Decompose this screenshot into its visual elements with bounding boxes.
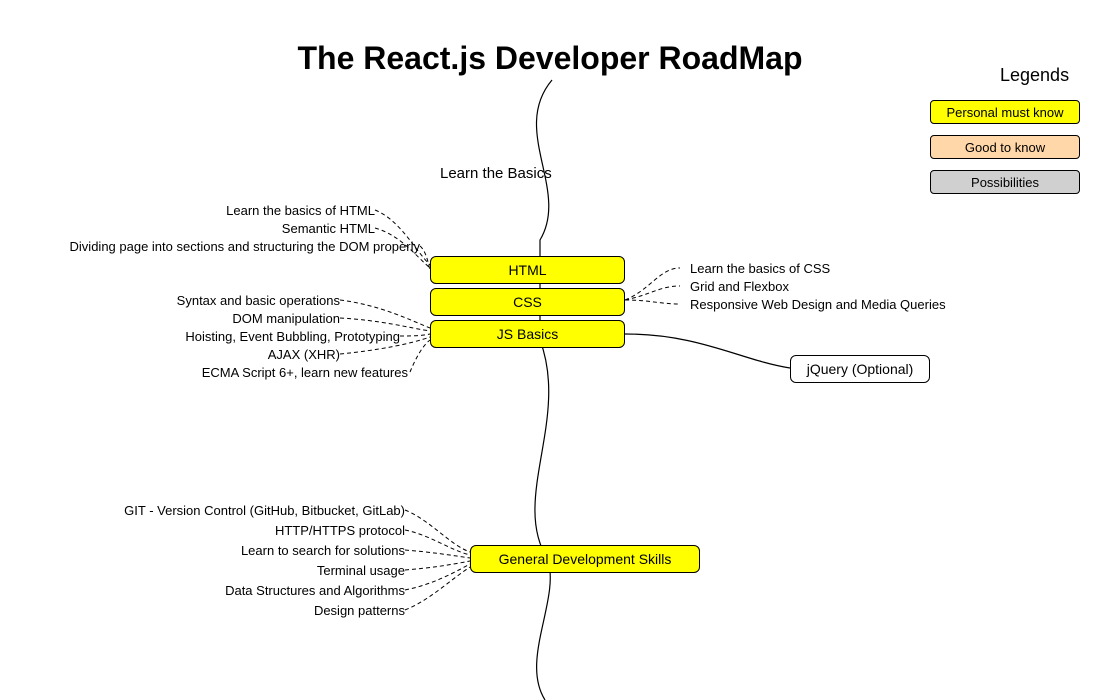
leaf-gds-1: HTTP/HTTPS protocol [40, 523, 405, 538]
leaf-html-2: Dividing page into sections and structur… [0, 239, 420, 254]
leaf-js-4: ECMA Script 6+, learn new features [40, 365, 408, 380]
leaf-gds-2: Learn to search for solutions [40, 543, 405, 558]
leaf-css-1: Grid and Flexbox [690, 279, 789, 294]
leaf-html-0: Learn the basics of HTML [30, 203, 375, 218]
leaf-gds-4: Data Structures and Algorithms [40, 583, 405, 598]
leaf-js-0: Syntax and basic operations [40, 293, 340, 308]
roadmap-canvas: The React.js Developer RoadMap Legends P… [0, 0, 1100, 700]
leaf-gds-3: Terminal usage [40, 563, 405, 578]
leaf-css-2: Responsive Web Design and Media Queries [690, 297, 946, 312]
leaf-js-1: DOM manipulation [40, 311, 340, 326]
leaf-js-2: Hoisting, Event Bubbling, Prototyping [40, 329, 400, 344]
legend-must-know: Personal must know [930, 100, 1080, 124]
page-title: The React.js Developer RoadMap [0, 40, 1100, 77]
leaf-js-3: AJAX (XHR) [40, 347, 340, 362]
legend-possibilities: Possibilities [930, 170, 1080, 194]
leaf-html-1: Semantic HTML [30, 221, 375, 236]
node-css[interactable]: CSS [430, 288, 625, 316]
leaf-css-0: Learn the basics of CSS [690, 261, 830, 276]
node-html[interactable]: HTML [430, 256, 625, 284]
leaf-gds-5: Design patterns [40, 603, 405, 618]
node-jquery[interactable]: jQuery (Optional) [790, 355, 930, 383]
legend-title: Legends [1000, 65, 1069, 86]
legend-good-to-know: Good to know [930, 135, 1080, 159]
node-general-dev-skills[interactable]: General Development Skills [470, 545, 700, 573]
section-label-basics: Learn the Basics [440, 165, 552, 182]
leaf-gds-0: GIT - Version Control (GitHub, Bitbucket… [40, 503, 405, 518]
node-js-basics[interactable]: JS Basics [430, 320, 625, 348]
